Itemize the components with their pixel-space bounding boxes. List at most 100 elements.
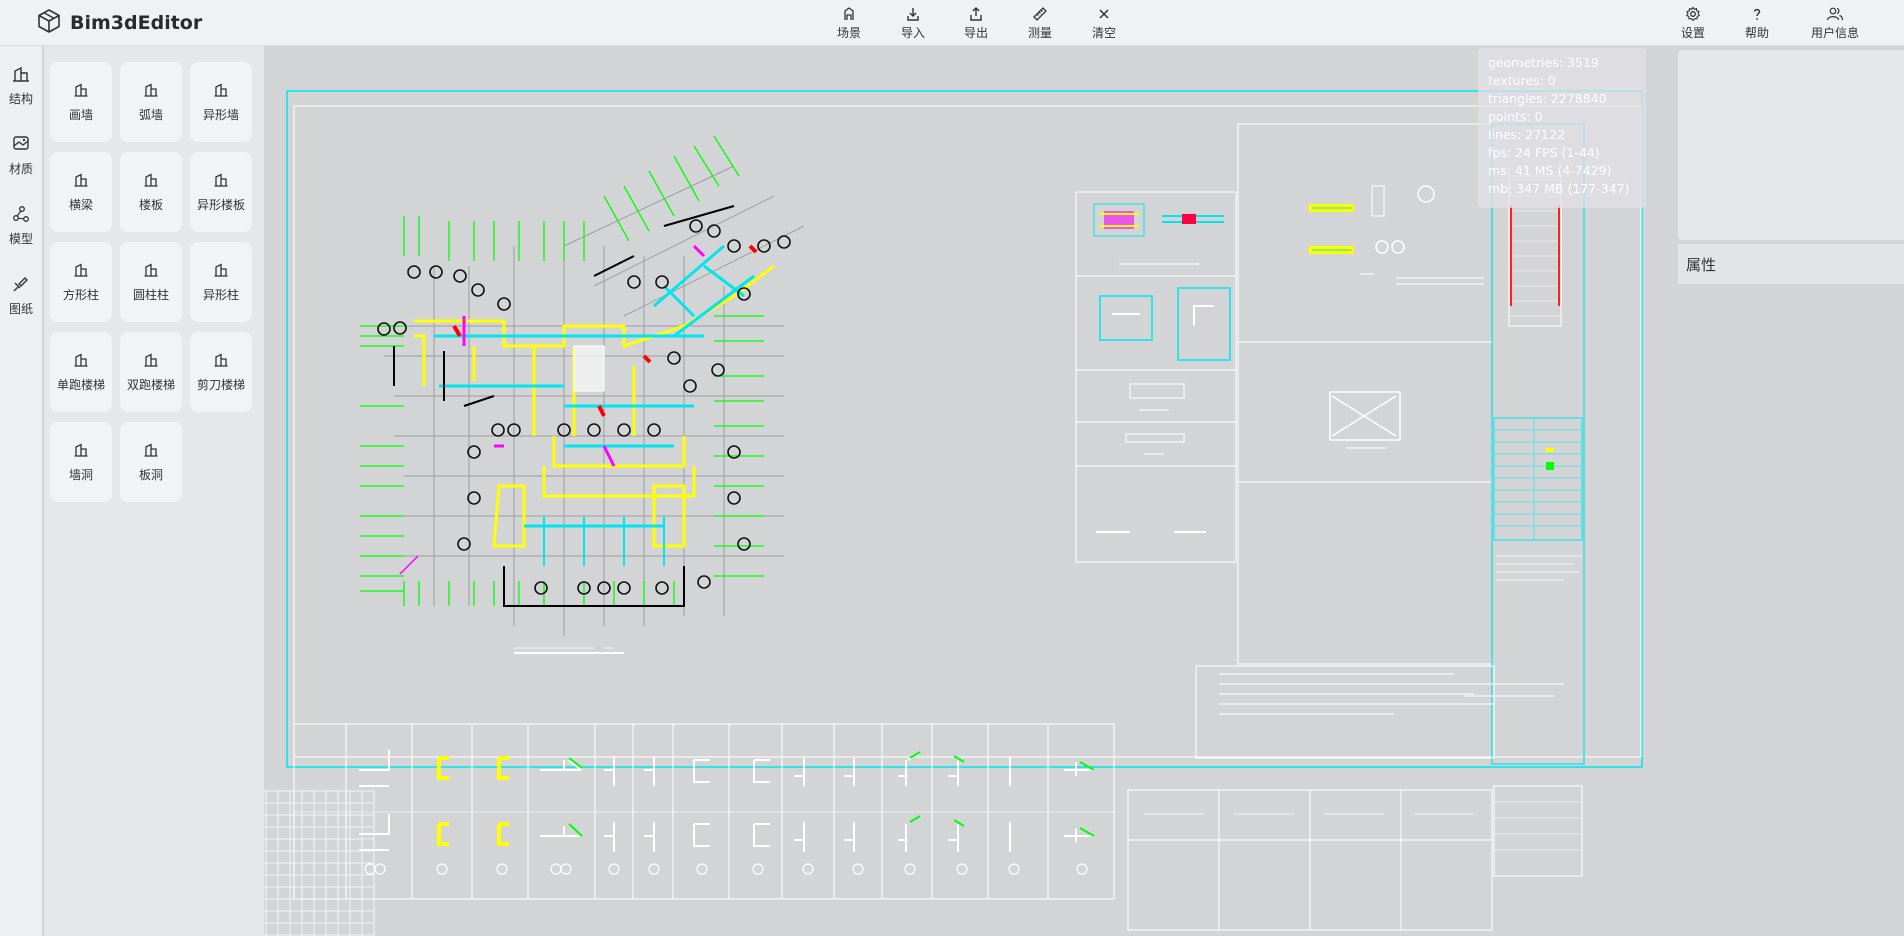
cube-logo-icon	[36, 8, 62, 38]
properties-panel: 属性	[1678, 46, 1904, 936]
properties-top-panel	[1678, 50, 1904, 240]
nav-item-drawing[interactable]: 图纸	[0, 266, 42, 326]
export-icon	[968, 6, 984, 22]
stat-triangles: triangles: 2278840	[1488, 91, 1607, 106]
building-icon	[74, 172, 88, 191]
nav-label: 结构	[8, 92, 33, 106]
gear-icon	[1685, 6, 1701, 22]
tool-single-flight-stair[interactable]: 单跑楼梯	[50, 332, 112, 412]
stat-mb: mb: 347 MB (177-347)	[1488, 181, 1630, 196]
building-icon	[74, 442, 88, 461]
properties-header[interactable]: 属性	[1678, 244, 1904, 284]
tool-double-flight-stair[interactable]: 双跑楼梯	[120, 332, 182, 412]
ruler-icon	[1032, 6, 1048, 22]
building-icon	[144, 172, 158, 191]
title-block	[1491, 123, 1585, 877]
building-icon	[214, 262, 228, 281]
tool-label: 双跑楼梯	[126, 377, 175, 392]
tool-label: 异形柱	[202, 287, 239, 302]
help-button[interactable]: 帮助	[1729, 4, 1785, 42]
import-icon	[905, 6, 921, 22]
tool-beam[interactable]: 横梁	[50, 152, 112, 232]
cad-viewport[interactable]	[264, 46, 1678, 936]
measure-label: 测量	[1027, 25, 1052, 40]
clear-button[interactable]: 清空	[1076, 4, 1132, 42]
nav-item-structure[interactable]: 结构	[0, 56, 42, 116]
user-info-label: 用户信息	[1810, 25, 1859, 40]
users-icon	[1826, 6, 1844, 22]
grid-marker	[399, 555, 419, 575]
import-button[interactable]: 导入	[885, 4, 941, 42]
scene-icon	[841, 6, 857, 22]
tool-label: 板洞	[138, 467, 163, 482]
building-icon	[144, 442, 158, 461]
tool-scissor-stair[interactable]: 剪刀楼梯	[190, 332, 252, 412]
detail-panels	[1075, 123, 1493, 665]
app-logo: Bim3dEditor	[36, 6, 202, 40]
section-markers	[364, 863, 1088, 875]
nav-item-model[interactable]: 模型	[0, 196, 42, 256]
tool-custom-wall[interactable]: 异形墙	[190, 62, 252, 142]
nav-label: 材质	[8, 162, 33, 176]
stat-lines: lines: 27122	[1488, 127, 1566, 142]
user-info-button[interactable]: 用户信息	[1805, 4, 1865, 42]
tool-round-column[interactable]: 圆柱柱	[120, 242, 182, 322]
structure-icon	[12, 65, 30, 87]
ground-grid	[264, 790, 375, 936]
tool-label: 异形楼板	[196, 197, 245, 212]
tool-label: 方形柱	[62, 287, 99, 302]
tool-label: 弧墙	[138, 107, 163, 122]
building-icon	[144, 82, 158, 101]
measure-button[interactable]: 测量	[1012, 4, 1068, 42]
close-icon	[1096, 6, 1112, 22]
stat-geometries: geometries: 3519	[1488, 55, 1599, 70]
signature-block	[1127, 789, 1493, 931]
left-nav: 结构 材质 模型 图纸	[0, 46, 42, 936]
building-icon	[214, 172, 228, 191]
building-icon	[74, 82, 88, 101]
tool-custom-column[interactable]: 异形柱	[190, 242, 252, 322]
export-label: 导出	[963, 25, 988, 40]
drawing-icon	[12, 275, 30, 297]
tool-draw-wall[interactable]: 画墙	[50, 62, 112, 142]
stat-points: points: 0	[1488, 109, 1543, 124]
help-label: 帮助	[1744, 25, 1769, 40]
nav-label: 图纸	[8, 302, 33, 316]
component-palette: 画墙 弧墙 异形墙 横梁 楼板 异形楼板 方形柱 圆柱柱 异形柱 单跑楼梯 双跑…	[44, 46, 264, 936]
tool-square-column[interactable]: 方形柱	[50, 242, 112, 322]
settings-label: 设置	[1680, 25, 1705, 40]
cad-drawing	[264, 90, 1643, 936]
stat-ms: ms: 41 MS (4-7429)	[1488, 163, 1612, 178]
section-profiles	[359, 750, 1095, 852]
tool-slab[interactable]: 楼板	[120, 152, 182, 232]
tool-custom-slab[interactable]: 异形楼板	[190, 152, 252, 232]
app-title: Bim3dEditor	[70, 12, 203, 34]
tool-label: 楼板	[138, 197, 163, 212]
tool-label: 异形墙	[202, 107, 239, 122]
tool-arc-wall[interactable]: 弧墙	[120, 62, 182, 142]
nav-label: 模型	[8, 232, 33, 246]
material-icon	[12, 135, 30, 157]
render-stats: geometries: 3519 textures: 0 triangles: …	[1478, 48, 1646, 208]
settings-button[interactable]: 设置	[1665, 4, 1721, 42]
nav-item-material[interactable]: 材质	[0, 126, 42, 186]
detail-drawings	[1093, 185, 1484, 533]
tool-label: 剪刀楼梯	[196, 377, 245, 392]
tool-wall-opening[interactable]: 墙洞	[50, 422, 112, 502]
export-button[interactable]: 导出	[948, 4, 1004, 42]
tool-label: 横梁	[68, 197, 93, 212]
model-icon	[12, 205, 30, 227]
scene-label: 场景	[836, 25, 861, 40]
building-icon	[74, 262, 88, 281]
help-icon	[1749, 6, 1765, 22]
building-icon	[214, 352, 228, 371]
tool-slab-opening[interactable]: 板洞	[120, 422, 182, 502]
tool-label: 圆柱柱	[132, 287, 169, 302]
dimension-lines	[360, 135, 764, 606]
scene-button[interactable]: 场景	[821, 4, 877, 42]
tool-label: 墙洞	[68, 467, 93, 482]
sheet-inner-frame	[293, 105, 1642, 758]
tool-label: 画墙	[68, 107, 93, 122]
building-icon	[74, 352, 88, 371]
building-icon	[144, 262, 158, 281]
